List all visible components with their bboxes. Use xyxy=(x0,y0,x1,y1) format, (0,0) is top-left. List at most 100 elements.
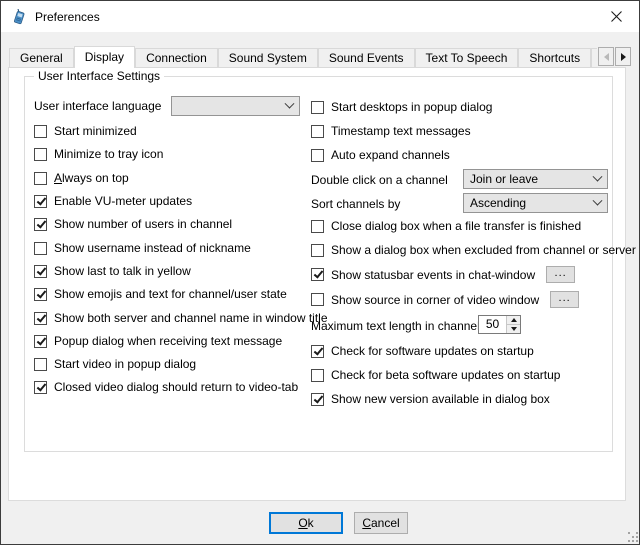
chevron-down-icon xyxy=(285,98,295,108)
checkbox-row: Show last to talk in yellow xyxy=(34,264,191,278)
checkbox-unchecked[interactable] xyxy=(34,358,47,371)
checkbox-row: Enable VU-meter updates xyxy=(34,194,192,208)
checkbox-label: Close dialog box when a file transfer is… xyxy=(331,219,581,233)
checkbox-checked[interactable] xyxy=(34,288,47,301)
checkbox-checked[interactable] xyxy=(34,195,47,208)
checkbox-label: Start minimized xyxy=(54,124,137,138)
checkbox-label: Show last to talk in yellow xyxy=(54,264,191,278)
checkbox-checked[interactable] xyxy=(34,381,47,394)
checkbox-checked[interactable] xyxy=(311,345,324,358)
arrow-down-icon xyxy=(511,327,517,331)
settings-content: User interface language Double click on … xyxy=(1,1,639,544)
checkbox-row: Minimize to tray icon xyxy=(34,147,163,161)
double-click-combobox[interactable]: Join or leave xyxy=(463,169,608,189)
checkbox-label: Minimize to tray icon xyxy=(54,147,163,161)
tab-scroll-left-button[interactable] xyxy=(598,47,614,66)
tab-scroll-right-button[interactable] xyxy=(615,47,631,66)
checkbox-row: Check for beta software updates on start… xyxy=(311,368,560,382)
language-label: User interface language xyxy=(34,99,161,113)
spinner-down-button[interactable] xyxy=(507,325,520,334)
checkbox-row: Show both server and channel name in win… xyxy=(34,311,328,325)
tab-general[interactable]: General xyxy=(9,48,74,68)
ok-button-label: Ok xyxy=(298,516,313,530)
checkbox-unchecked[interactable] xyxy=(34,172,47,185)
checkbox-row: Start video in popup dialog xyxy=(34,357,196,371)
sort-channels-combobox[interactable]: Ascending xyxy=(463,193,608,213)
checkbox-row: Show number of users in channel xyxy=(34,217,232,231)
tab-shortcuts[interactable]: Shortcuts xyxy=(518,48,591,68)
checkbox-checked[interactable] xyxy=(34,218,47,231)
double-click-label: Double click on a channel xyxy=(311,173,448,187)
checkbox-label: Show number of users in channel xyxy=(54,217,232,231)
checkbox-row: Start minimized xyxy=(34,124,137,138)
checkbox-label: Show new version available in dialog box xyxy=(331,392,550,406)
checkbox-label: Show statusbar events in chat-window xyxy=(331,268,535,282)
tab-connection[interactable]: Connection xyxy=(135,48,218,68)
spinner-up-button[interactable] xyxy=(507,316,520,325)
checkbox-unchecked[interactable] xyxy=(34,242,47,255)
checkbox-row: Show source in corner of video window... xyxy=(311,291,579,308)
checkbox-unchecked[interactable] xyxy=(311,125,324,138)
checkbox-unchecked[interactable] xyxy=(311,244,324,257)
tab-video[interactable]: Video xyxy=(591,48,597,68)
checkbox-label: Show source in corner of video window xyxy=(331,293,539,307)
checkbox-row: Timestamp text messages xyxy=(311,124,471,138)
checkbox-label: Show a dialog box when excluded from cha… xyxy=(331,243,636,257)
checkbox-unchecked[interactable] xyxy=(311,369,324,382)
resize-grip[interactable] xyxy=(628,532,630,534)
checkbox-unchecked[interactable] xyxy=(34,148,47,161)
checkbox-unchecked[interactable] xyxy=(311,149,324,162)
ok-button[interactable]: Ok xyxy=(269,512,343,534)
checkbox-row: Auto expand channels xyxy=(311,148,450,162)
max-text-length-label: Maximum text length in channel list xyxy=(311,319,498,333)
tab-bar: GeneralDisplayConnectionSound SystemSoun… xyxy=(9,45,597,68)
checkbox-row: Show username instead of nickname xyxy=(34,241,251,255)
double-click-combobox-value: Join or leave xyxy=(470,172,594,186)
checkbox-label: Show emojis and text for channel/user st… xyxy=(54,287,287,301)
tab-sound-events[interactable]: Sound Events xyxy=(318,48,415,68)
sort-channels-label: Sort channels by xyxy=(311,197,400,211)
tab-sound-system[interactable]: Sound System xyxy=(218,48,318,68)
checkbox-checked[interactable] xyxy=(34,312,47,325)
checkbox-row: Popup dialog when receiving text message xyxy=(34,334,282,348)
checkbox-unchecked[interactable] xyxy=(311,293,324,306)
checkbox-label: Check for beta software updates on start… xyxy=(331,368,560,382)
checkbox-checked[interactable] xyxy=(311,268,324,281)
tab-text-to-speech[interactable]: Text To Speech xyxy=(415,48,519,68)
checkbox-checked[interactable] xyxy=(34,335,47,348)
spinner-buttons xyxy=(506,316,520,333)
checkbox-row: Show statusbar events in chat-window... xyxy=(311,266,575,283)
arrow-right-icon xyxy=(621,53,626,61)
max-text-length-spinner[interactable]: 50 xyxy=(478,315,521,334)
checkbox-checked[interactable] xyxy=(311,393,324,406)
checkbox-label: Check for software updates on startup xyxy=(331,344,534,358)
more-options-button[interactable]: ... xyxy=(546,266,575,283)
checkbox-row: Show new version available in dialog box xyxy=(311,392,550,406)
checkbox-label: Timestamp text messages xyxy=(331,124,471,138)
more-options-button[interactable]: ... xyxy=(550,291,579,308)
checkbox-checked[interactable] xyxy=(34,265,47,278)
chevron-down-icon xyxy=(593,195,603,205)
checkbox-unchecked[interactable] xyxy=(34,125,47,138)
checkbox-label: Show both server and channel name in win… xyxy=(54,311,328,325)
checkbox-unchecked[interactable] xyxy=(311,101,324,114)
checkbox-row: Closed video dialog should return to vid… xyxy=(34,380,298,394)
chevron-down-icon xyxy=(593,171,603,181)
arrow-up-icon xyxy=(511,318,517,322)
cancel-button-label: Cancel xyxy=(362,516,399,530)
checkbox-label: Closed video dialog should return to vid… xyxy=(54,380,298,394)
language-combobox[interactable] xyxy=(171,96,300,116)
checkbox-label: Always on top xyxy=(54,171,129,185)
sort-channels-combobox-value: Ascending xyxy=(470,196,594,210)
tab-display[interactable]: Display xyxy=(74,46,135,68)
cancel-button[interactable]: Cancel xyxy=(354,512,408,534)
checkbox-row: Start desktops in popup dialog xyxy=(311,100,492,114)
checkbox-row: Show a dialog box when excluded from cha… xyxy=(311,243,636,257)
checkbox-label: Popup dialog when receiving text message xyxy=(54,334,282,348)
checkbox-unchecked[interactable] xyxy=(311,220,324,233)
spinner-value: 50 xyxy=(479,316,506,333)
checkbox-row: Always on top xyxy=(34,171,129,185)
checkbox-label: Start desktops in popup dialog xyxy=(331,100,492,114)
checkbox-label: Show username instead of nickname xyxy=(54,241,251,255)
preferences-dialog: Preferences GeneralDisplayConnectionSoun… xyxy=(0,0,640,545)
